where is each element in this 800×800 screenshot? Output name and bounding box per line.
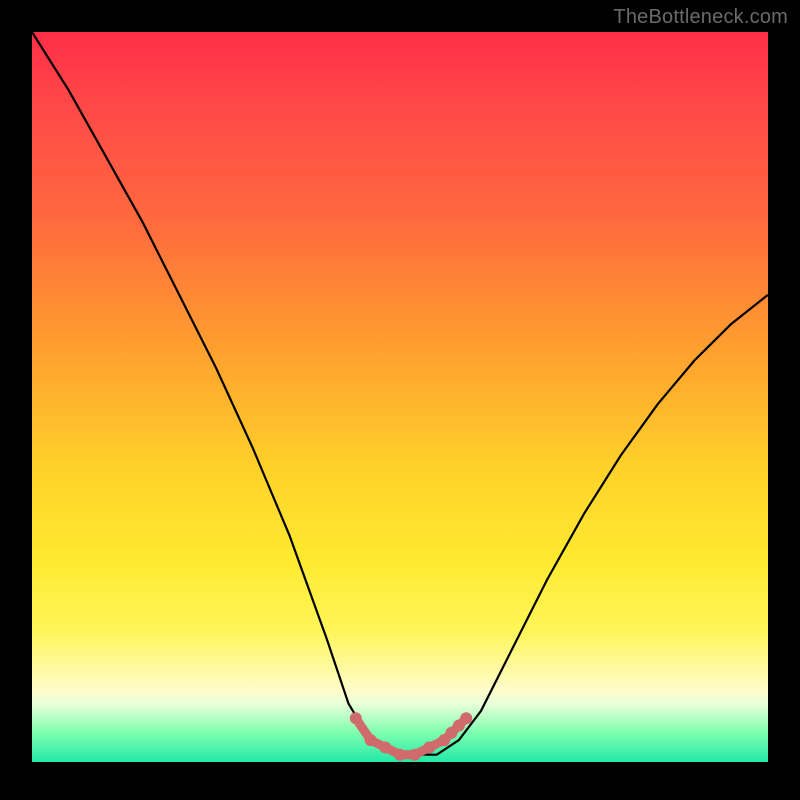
curve-markers <box>350 712 472 761</box>
marker-dot <box>394 749 406 761</box>
marker-dot <box>350 712 362 724</box>
watermark-text: TheBottleneck.com <box>613 6 788 29</box>
bottleneck-curve-svg <box>32 32 768 762</box>
marker-dot <box>409 749 421 761</box>
marker-dot <box>423 741 435 753</box>
chart-frame: TheBottleneck.com <box>0 0 800 800</box>
marker-dot <box>379 741 391 753</box>
marker-dot <box>460 712 472 724</box>
marker-dot <box>365 734 377 746</box>
bottleneck-curve-path <box>32 32 768 755</box>
